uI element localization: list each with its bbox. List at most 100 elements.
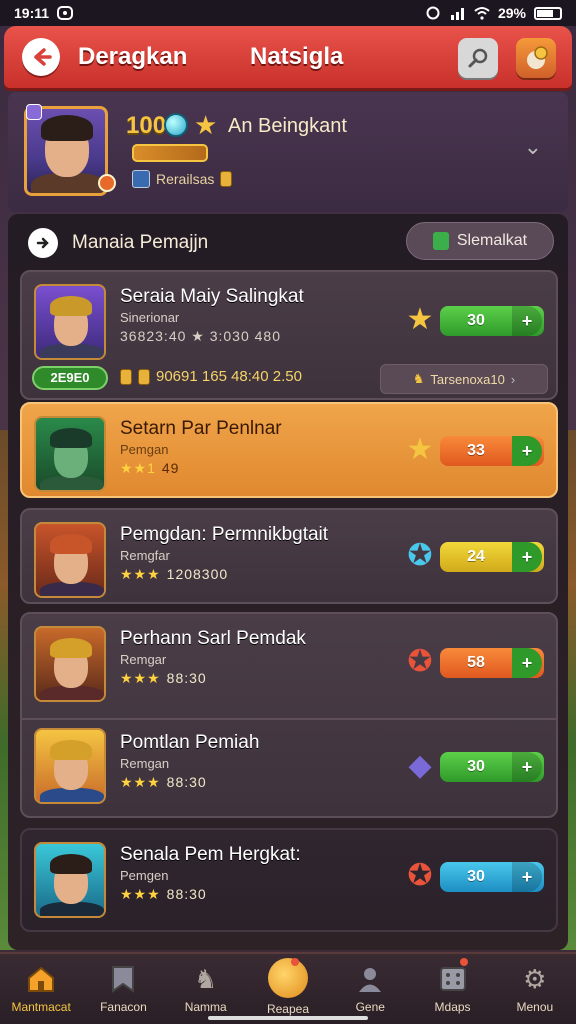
battery-percent: 29% (497, 5, 526, 21)
signal-icon (450, 6, 466, 20)
expand-chevron-icon[interactable]: ⌄ (524, 134, 542, 160)
plus-icon: + (512, 306, 542, 336)
card-name: Pemgdan: Permnikbgtait (120, 524, 329, 545)
card-footer: 2E9E0 90691 165 48:40 2.50 ♞ Tarsenoxa10… (32, 364, 548, 394)
alarm-icon (426, 6, 442, 20)
card-rating: ★★★ 88:30 (120, 774, 207, 790)
bottom-nav: Mantmacat Fanacon ♞ Namma Reapea Gene Md… (0, 952, 576, 1024)
nav-item-banner[interactable]: Fanacon (82, 954, 164, 1024)
value-pill[interactable]: 30 + (440, 862, 544, 892)
ticket-icon (432, 232, 449, 250)
player-card[interactable]: Seraia Maiy Salingkat Sinerionar 36823:4… (20, 270, 558, 400)
card-name[interactable]: Perhann Sarl Pemdak (120, 628, 306, 650)
value-pill[interactable]: 33 + (440, 436, 544, 466)
card-stats: 36823:40 ★ 3:030 480 (120, 328, 282, 344)
gem-icon (164, 113, 188, 137)
chevron-right-icon: › (510, 371, 516, 387)
card-subtitle: Pemgen (120, 868, 169, 883)
card-rating: ★★★ 88:30 (120, 886, 207, 902)
divider (22, 718, 556, 720)
value-pill[interactable]: 30 + (440, 752, 544, 782)
nav-item-settings[interactable]: ⚙ Menou (494, 954, 576, 1024)
player-list-panel: Manaia Pemajjn Slemalkat Seraia Maiy Sal… (8, 214, 568, 950)
card-avatar (34, 416, 106, 492)
list-action-button[interactable]: Slemalkat (406, 222, 554, 260)
card-avatar (34, 728, 106, 804)
plus-icon: + (512, 648, 542, 678)
card-rating: ★★1 49 (120, 460, 180, 476)
player-level: 100 (126, 112, 167, 139)
nav-item-bird[interactable]: ♞ Namma (165, 954, 247, 1024)
chest-icon (120, 368, 132, 385)
star-badge-icon: ✪ (407, 539, 433, 572)
status-badge: 2E9E0 (32, 366, 108, 390)
card-avatar (34, 842, 106, 918)
plus-icon: + (512, 436, 542, 466)
nav-item-coin[interactable]: Reapea (247, 954, 329, 1024)
shop-button[interactable] (516, 38, 556, 78)
arrow-circle-icon (28, 228, 58, 258)
player-rank: Rerailsas (132, 170, 233, 188)
card-subtitle: Remgfar (120, 548, 170, 563)
player-card-group: Perhann Sarl Pemdak Remgar ★★★ 88:30 ✪ 58… (20, 612, 558, 818)
experience-bar (132, 144, 208, 162)
person-icon (353, 962, 387, 996)
value-pill[interactable]: 58 + (440, 648, 544, 678)
star-icon: ★ (194, 110, 218, 140)
page-title: Deragkan (78, 43, 188, 70)
search-button[interactable] (458, 38, 498, 78)
star-icon: ★ (406, 433, 434, 466)
list-header: Manaia Pemajjn Slemalkat (24, 222, 554, 262)
potion-icon (527, 46, 548, 69)
gear-icon: ⚙ (523, 963, 547, 994)
rank-label: Rerailsas (156, 171, 215, 187)
player-card-highlighted[interactable]: Setarn Par Penlnar Pemgan ★★1 49 ★ 33 + (20, 402, 558, 498)
bird-icon: ♞ (194, 963, 218, 994)
arrow-left-icon (34, 48, 52, 66)
nav-item-person[interactable]: Gene (329, 954, 411, 1024)
player-card[interactable]: Pemgdan: Permnikbgtait Remgfar ★★★ 120830… (20, 508, 558, 604)
profile-panel: 100 ★ An Beingkant Rerailsas ⌄ (8, 92, 568, 212)
nav-item-grid[interactable]: Mdaps (411, 954, 493, 1024)
card-name: Senala Pem Hergkat: (120, 844, 301, 865)
footer-stats: 90691 165 48:40 2.50 (120, 368, 302, 385)
card-rating: ★★★ 1208300 (120, 566, 229, 582)
card-name: Seraia Maiy Salingkat (120, 286, 304, 307)
wifi-icon (474, 6, 490, 20)
notification-icon (57, 6, 74, 20)
level-badge (98, 174, 116, 192)
nav-item-home[interactable]: Mantmacat (0, 954, 82, 1024)
list-title: Manaia Pemajjn (72, 232, 209, 253)
star-icon: ★ (406, 303, 434, 336)
card-rating: ★★★ 88:30 (120, 670, 207, 686)
crystal-icon: ◆ (408, 749, 432, 782)
details-link[interactable]: ♞ Tarsenoxa10 › (380, 364, 548, 394)
star-badge-icon: ✪ (407, 859, 433, 892)
grid-icon (436, 962, 470, 996)
center-title: Natsigla (250, 43, 344, 70)
card-subtitle: Remgan (120, 756, 170, 771)
home-icon (24, 962, 58, 996)
value-pill[interactable]: 24 + (440, 542, 544, 572)
player-name: An Beingkant (228, 115, 347, 137)
card-subtitle: Pemgan (120, 442, 169, 457)
card-avatar (34, 284, 106, 360)
battery-icon (534, 6, 562, 20)
rank-icon (132, 170, 150, 188)
card-avatar (34, 626, 106, 702)
back-button[interactable] (22, 38, 60, 76)
coin-icon (138, 368, 150, 385)
coin-icon (267, 958, 308, 998)
notification-dot (459, 958, 468, 966)
player-card[interactable]: Senala Pem Hergkat: Pemgen ★★★ 88:30 ✪ 30… (20, 828, 558, 932)
card-name[interactable]: Pomtlan Pemiah (120, 732, 259, 754)
coin-icon (220, 171, 233, 187)
avatar-frame-badge (26, 104, 42, 120)
value-pill[interactable]: 30 + (440, 306, 544, 336)
star-badge-icon: ✪ (407, 645, 433, 678)
plus-icon: + (512, 752, 542, 782)
search-icon (468, 48, 488, 68)
card-subtitle: Remgar (120, 652, 167, 667)
card-avatar (34, 522, 106, 598)
home-indicator (208, 1016, 368, 1020)
